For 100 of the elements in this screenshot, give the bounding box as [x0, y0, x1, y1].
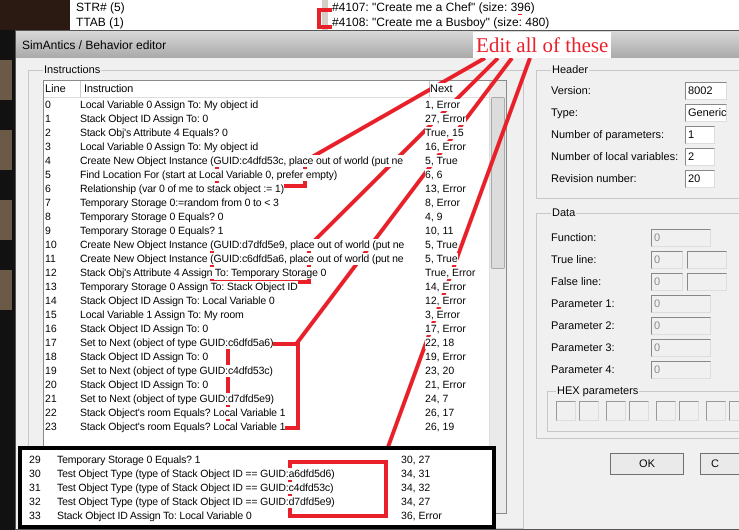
- table-cell: 10: [45, 239, 57, 251]
- resource-item[interactable]: TTAB (1): [76, 15, 316, 30]
- table-cell: 8, Error: [425, 197, 460, 209]
- table-cell: 14: [45, 295, 57, 307]
- field-label: Parameter 1:: [551, 298, 616, 310]
- table-cell: 20: [45, 379, 57, 391]
- table-cell: 34, 32: [401, 482, 430, 494]
- photo-placeholder: [0, 130, 12, 170]
- input-field[interactable]: 2: [685, 148, 715, 166]
- table-cell: 5: [45, 169, 51, 181]
- input-field[interactable]: [606, 401, 626, 421]
- input-field[interactable]: [556, 401, 576, 421]
- table-cell: 6: [45, 183, 51, 195]
- table-cell: True, Error: [425, 267, 476, 279]
- dialog-button[interactable]: OK: [610, 453, 684, 475]
- table-cell: Set to Next (object of type GUID:c6dfd5a6): [80, 337, 274, 349]
- field-label: False line:: [551, 276, 602, 288]
- field-label: Type:: [551, 107, 579, 119]
- field-label: Function:: [551, 232, 598, 244]
- table-cell: 13, Error: [425, 183, 466, 195]
- table-cell: 11: [45, 253, 56, 265]
- table-cell: 16, Error: [425, 141, 466, 153]
- input-field[interactable]: [687, 251, 727, 269]
- table-cell: 33: [29, 510, 41, 522]
- input-field[interactable]: 20: [685, 170, 715, 188]
- photo-placeholder: [0, 200, 12, 240]
- table-cell: 34, 27: [401, 496, 430, 508]
- table-cell: Local Variable 0 Assign To: My object id: [80, 99, 258, 111]
- field-label: Revision number:: [551, 173, 638, 185]
- input-field[interactable]: [706, 401, 726, 421]
- table-cell: 4: [45, 155, 51, 167]
- table-cell: 17: [45, 337, 57, 349]
- table-cell: 5, True: [425, 239, 458, 251]
- table-cell: 36, Error: [401, 510, 442, 522]
- table-cell: 3, Error: [425, 309, 460, 321]
- table-cell: 2: [45, 127, 51, 139]
- table-cell: Temporary Storage 0:=random from 0 to < 3: [80, 197, 279, 209]
- column-header[interactable]: Line: [44, 81, 81, 97]
- field-label: Parameter 4:: [551, 364, 616, 376]
- table-cell: 6, 6: [425, 169, 443, 181]
- input-field[interactable]: [579, 401, 599, 421]
- table-cell: 34, 31: [401, 468, 430, 480]
- dialog-button[interactable]: C: [700, 453, 739, 475]
- table-cell: 17, Error: [425, 323, 466, 335]
- photo-placeholder: [0, 270, 12, 310]
- table-cell: 0: [45, 99, 51, 111]
- table-cell: 15: [45, 309, 57, 321]
- table-cell: 22: [45, 407, 57, 419]
- input-field[interactable]: [679, 401, 699, 421]
- table-cell: Temporary Storage 0 Equals? 1: [80, 225, 224, 237]
- table-cell: 21: [45, 393, 57, 405]
- field-label: Version:: [551, 85, 592, 97]
- table-cell: Stack Obj's Attribute 4 Assign To: Temporary Storage 0: [80, 267, 326, 279]
- table-cell: Test Object Type (type of Stack Object ID == GUID:c4dfd53c): [57, 482, 334, 494]
- input-field[interactable]: [629, 401, 649, 421]
- table-cell: 1, Error: [425, 99, 460, 111]
- photo-placeholder: [0, 60, 12, 100]
- table-cell: Test Object Type (type of Stack Object ID == GUID:a6dfd5d6): [57, 468, 335, 480]
- table-cell: 9: [45, 225, 51, 237]
- resource-item[interactable]: STR# (5): [76, 0, 316, 15]
- field-label: Parameter 3:: [551, 342, 616, 354]
- table-cell: 7: [45, 197, 51, 209]
- table-cell: 29: [29, 454, 41, 466]
- input-field[interactable]: [656, 401, 676, 421]
- table-cell: 3: [45, 141, 51, 153]
- table-cell: 4, 9: [425, 211, 443, 223]
- table-cell: 24, 7: [425, 393, 448, 405]
- input-field[interactable]: 8002: [685, 82, 727, 100]
- field-label: Parameter 2:: [551, 320, 616, 332]
- table-cell: 14, Error: [425, 281, 466, 293]
- table-cell: Temporary Storage 0 Equals? 0: [80, 211, 224, 223]
- table-cell: 5, True: [425, 253, 458, 265]
- table-cell: 22, 18: [425, 337, 454, 349]
- table-cell: Stack Object's room Equals? Local Variable 1: [80, 407, 286, 419]
- input-field[interactable]: 1: [685, 126, 715, 144]
- field-label: Number of parameters:: [551, 129, 666, 141]
- table-cell: 26, 19: [425, 421, 454, 433]
- table-cell: Stack Object ID Assign To: 0: [80, 323, 208, 335]
- table-cell: Local Variable 0 Assign To: My object id: [80, 141, 258, 153]
- group-title: HEX parameters: [556, 385, 640, 397]
- table-cell: 12, Error: [425, 295, 466, 307]
- table-cell: Stack Object ID Assign To: Local Variable 0: [57, 510, 252, 522]
- table-cell: 8: [45, 211, 51, 223]
- group-title: Instructions: [43, 64, 102, 76]
- table-cell: 23, 20: [425, 365, 454, 377]
- table-cell: Create New Object Instance (GUID:c4dfd53c, place out of world (put ne: [80, 155, 403, 167]
- table-cell: Set to Next (object of type GUID:c4dfd53c): [80, 365, 273, 377]
- scrollbar[interactable]: [489, 81, 506, 513]
- field-label: True line:: [551, 254, 598, 266]
- table-cell: 16: [45, 323, 57, 335]
- input-field[interactable]: Generic: [685, 104, 727, 122]
- group-title: Data: [551, 207, 576, 219]
- table-cell: True, 15: [425, 127, 464, 139]
- input-field[interactable]: [687, 273, 727, 291]
- table-cell: Temporary Storage 0 Assign To: Stack Object ID: [80, 281, 298, 293]
- table-cell: 32: [29, 496, 41, 508]
- table-cell: 19: [45, 365, 57, 377]
- table-cell: 1: [45, 113, 51, 125]
- column-header[interactable]: Next: [430, 83, 453, 95]
- table-cell: Stack Object ID Assign To: Local Variable 0: [80, 295, 275, 307]
